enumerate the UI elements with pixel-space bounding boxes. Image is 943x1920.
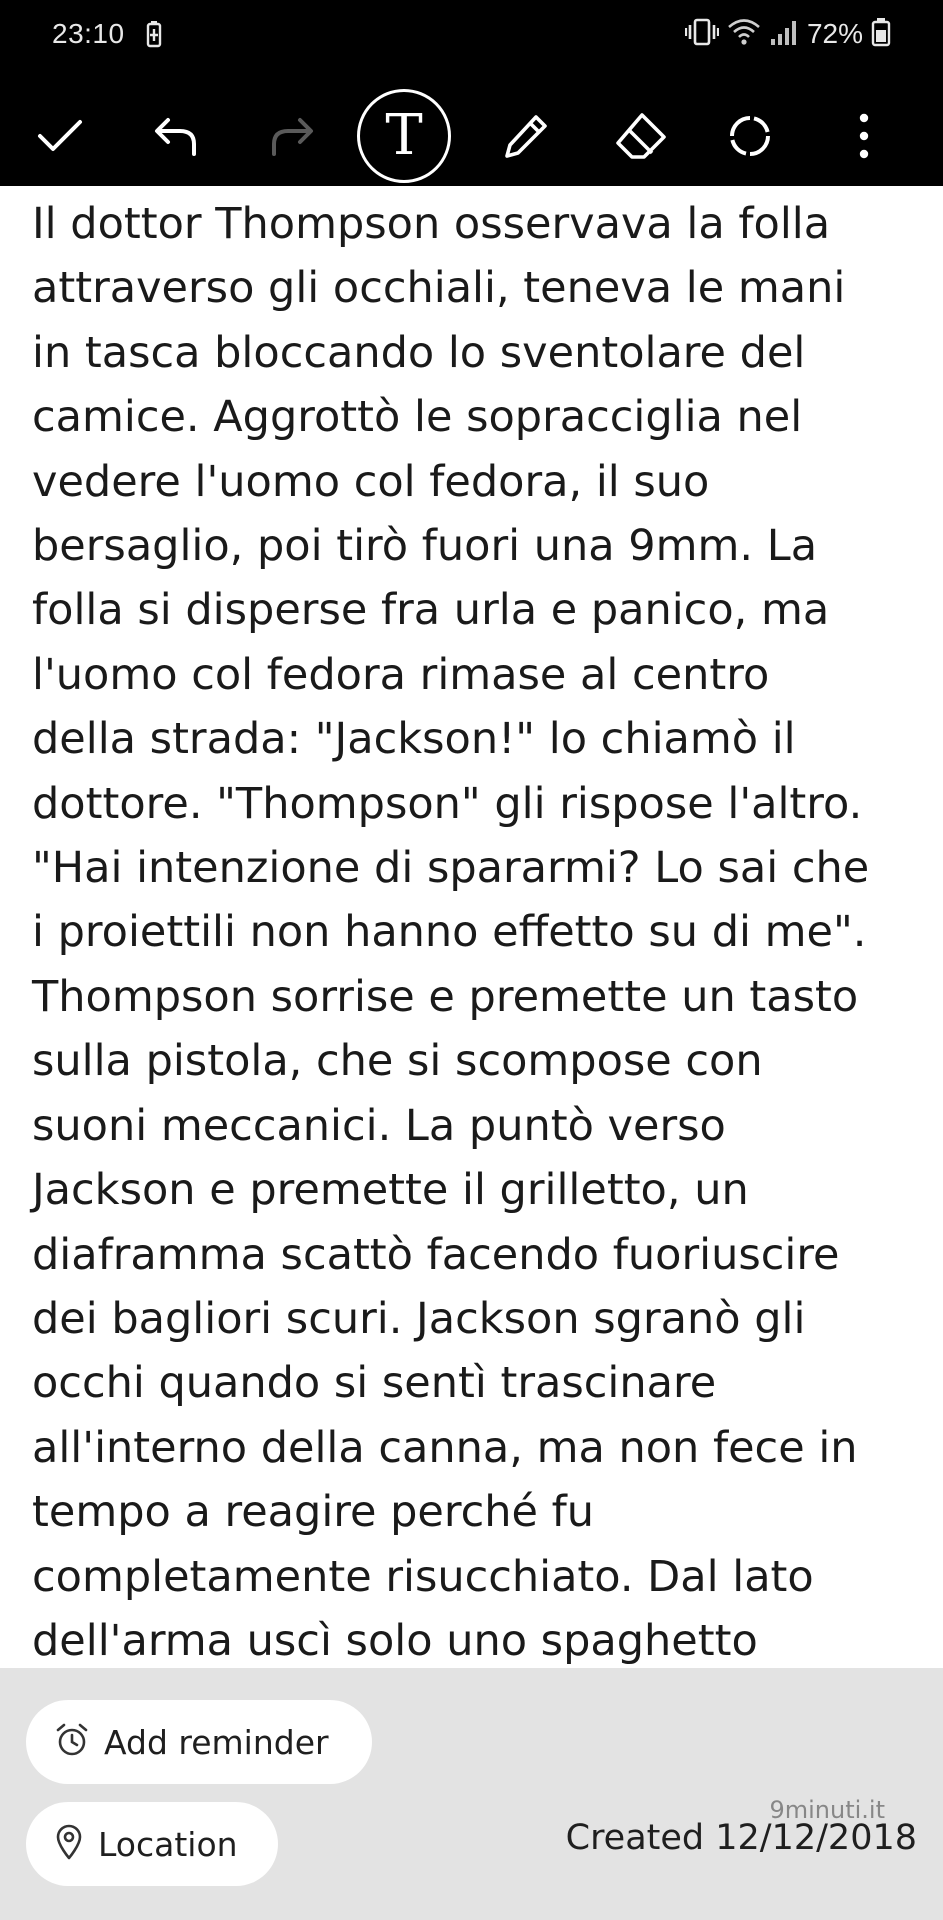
location-pin-icon	[54, 1823, 84, 1866]
note-line: della strada: "Jackson!" lo chiamò il	[32, 714, 796, 765]
note-editor[interactable]: Il dottor Thompson osservava la folla att…	[0, 186, 943, 1730]
note-line: Thompson sorrise e premette un tasto	[32, 971, 859, 1022]
lasso-select-icon	[724, 110, 776, 162]
battery-percent: 72%	[806, 18, 863, 49]
pen-tool-button[interactable]	[490, 88, 562, 184]
undo-button[interactable]	[140, 88, 212, 184]
note-line: dei bagliori scuri. Jackson sgranò gli	[32, 1293, 806, 1344]
done-button[interactable]	[24, 88, 96, 184]
note-line: dottore. "Thompson" gli rispose l'altro.	[32, 778, 863, 829]
add-reminder-label: Add reminder	[104, 1722, 329, 1762]
note-line: folla si disperse fra urla e panico, ma	[32, 585, 830, 636]
note-line: dell'arma uscì solo uno spaghetto	[32, 1615, 758, 1666]
top-bar: 23:10 72% T	[0, 0, 943, 186]
note-line: in tasca bloccando lo sventolare del	[32, 327, 806, 378]
status-right-group: 72%	[684, 16, 891, 52]
wifi-icon	[727, 17, 761, 52]
note-line: camice. Aggrottò le sopracciglia nel	[32, 392, 803, 443]
signal-icon	[769, 17, 799, 52]
undo-icon	[152, 114, 200, 158]
note-line: l'uomo col fedora rimase al centro	[32, 649, 770, 700]
eraser-tool-button[interactable]	[600, 88, 680, 184]
status-bar: 23:10 72%	[0, 0, 943, 76]
add-reminder-button[interactable]: Add reminder	[26, 1700, 372, 1784]
note-line: bersaglio, poi tirò fuori una 9mm. La	[32, 521, 818, 572]
note-line: tempo a reagire perché fu	[32, 1487, 595, 1538]
vibrate-icon	[684, 17, 720, 52]
note-line: completamente risucchiato. Dal lato	[32, 1551, 814, 1602]
more-options-button[interactable]	[836, 88, 892, 184]
status-time: 23:10	[52, 18, 125, 49]
note-line: diaframma scattò facendo fuoriuscire	[32, 1229, 840, 1280]
created-date: Created 12/12/2018	[565, 1818, 917, 1858]
note-footer: Add reminder Location Created 12/12/2018…	[0, 1668, 943, 1920]
watermark: 9minuti.it	[769, 1796, 885, 1824]
note-line: suoni meccanici. La puntò verso	[32, 1100, 726, 1151]
note-line: i proiettili non hanno effetto su di me"…	[32, 907, 867, 958]
drawing-toolbar: T	[0, 88, 943, 184]
more-vertical-icon	[858, 112, 870, 160]
alarm-clock-icon	[54, 1722, 90, 1763]
location-button[interactable]: Location	[26, 1802, 278, 1886]
lasso-select-button[interactable]	[714, 88, 786, 184]
eraser-icon	[612, 111, 668, 161]
pen-icon	[502, 112, 550, 160]
note-line: vedere l'uomo col fedora, il suo	[32, 456, 710, 507]
note-line: Il dottor Thompson osservava la folla	[32, 199, 831, 249]
battery-icon	[871, 17, 891, 52]
note-line: all'interno della canna, ma non fece in	[32, 1422, 858, 1473]
note-line: occhi quando si sentì trascinare	[32, 1358, 717, 1409]
note-line: attraverso gli occhiali, teneva le mani	[32, 263, 846, 314]
location-label: Location	[98, 1824, 238, 1864]
notes-app: 23:10 72% T Il dottor Thompson osservava…	[0, 0, 943, 1920]
redo-button[interactable]	[256, 88, 328, 184]
note-text[interactable]: Il dottor Thompson osservava la folla att…	[32, 192, 932, 1738]
note-line: "Hai intenzione di spararmi? Lo sai che	[32, 843, 870, 894]
text-tool-button[interactable]: T	[356, 88, 452, 184]
note-line: sulla pistola, che si scompose con	[32, 1036, 763, 1087]
battery-saver-icon	[146, 20, 162, 48]
text-icon: T	[357, 89, 451, 183]
note-line: Jackson e premette il grilletto, un	[32, 1165, 749, 1216]
redo-icon	[268, 114, 316, 158]
check-icon	[36, 116, 84, 156]
